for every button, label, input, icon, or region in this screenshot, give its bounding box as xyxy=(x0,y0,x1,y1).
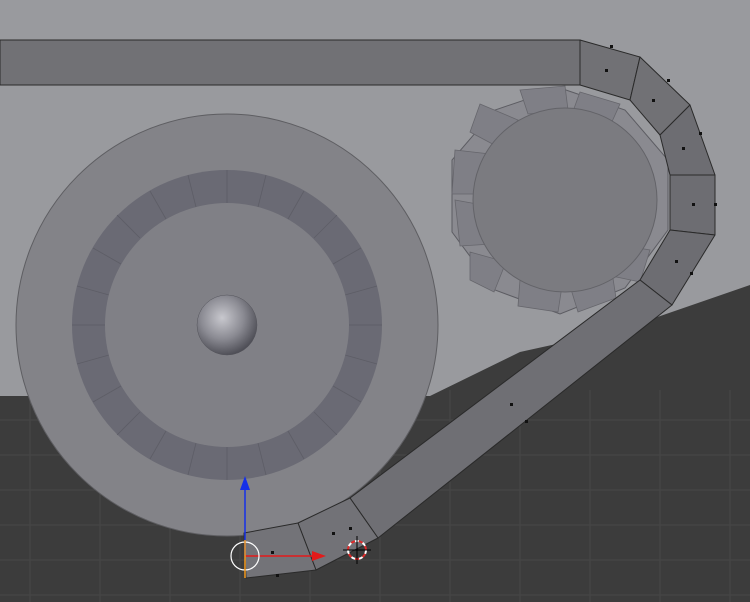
3d-viewport[interactable] xyxy=(0,0,750,602)
track-top-bar[interactable] xyxy=(0,39,581,86)
hub-sphere[interactable] xyxy=(196,294,258,356)
viewport-canvas[interactable] xyxy=(0,0,750,602)
drive-wheel[interactable] xyxy=(15,113,439,537)
